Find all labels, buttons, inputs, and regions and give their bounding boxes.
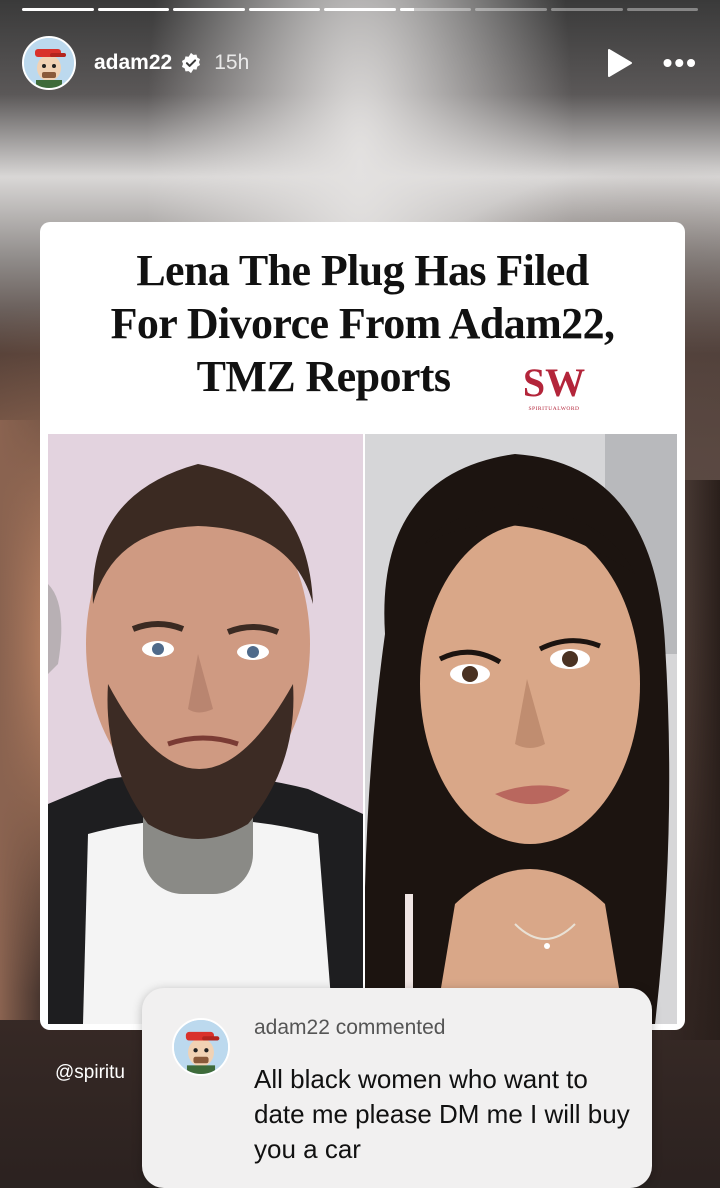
play-icon[interactable] — [605, 48, 633, 78]
username[interactable]: adam22 — [94, 51, 172, 75]
headline-line-1: Lena The Plug Has Filed — [136, 246, 589, 295]
story-header: adam22 15h ••• — [22, 34, 698, 92]
verified-badge-icon — [182, 52, 201, 74]
article-card: Lena The Plug Has Filed For Divorce From… — [40, 222, 685, 1030]
progress-segment-fill — [173, 8, 245, 11]
comment-avatar[interactable] — [172, 1018, 230, 1076]
progress-segment-fill — [324, 8, 396, 11]
story-progress-bar — [22, 8, 699, 12]
progress-segment — [399, 8, 472, 11]
spiritualword-logo-icon: SW SPIRITUALWORD — [523, 360, 585, 412]
progress-segment — [173, 8, 245, 11]
photo-man — [48, 434, 363, 1024]
man-portrait-illustration — [48, 434, 363, 1024]
headline-line-3-text: TMZ Reports — [196, 352, 451, 401]
progress-segment-fill — [22, 8, 94, 11]
progress-segment — [550, 8, 623, 11]
comment-sticker[interactable]: adam22 commented All black women who wan… — [142, 988, 652, 1188]
progress-segment-fill — [248, 8, 321, 11]
progress-segment — [626, 8, 699, 11]
progress-segment — [97, 8, 170, 11]
cartoon-avatar-icon — [24, 38, 74, 88]
logo-text: SPIRITUALWORD — [528, 406, 579, 412]
progress-segment — [324, 8, 396, 11]
avatar[interactable] — [22, 36, 76, 90]
more-options-icon[interactable]: ••• — [663, 49, 698, 77]
progress-segment-fill — [399, 8, 415, 11]
headline-line-2: For Divorce From Adam22, — [110, 299, 615, 348]
source-handle[interactable]: @spiritu — [55, 1062, 125, 1084]
progress-segment — [22, 8, 94, 11]
photo-woman — [365, 434, 677, 1024]
logo-monogram: SW — [523, 360, 585, 405]
cartoon-avatar-icon — [174, 1020, 228, 1074]
woman-portrait-illustration — [365, 434, 677, 1024]
post-time: 15h — [214, 51, 250, 74]
progress-segment — [475, 8, 547, 11]
progress-segment-fill — [97, 8, 170, 11]
progress-segment — [248, 8, 321, 11]
comment-title: adam22 commented — [254, 1016, 446, 1039]
comment-text: All black women who want to date me plea… — [254, 1064, 630, 1164]
